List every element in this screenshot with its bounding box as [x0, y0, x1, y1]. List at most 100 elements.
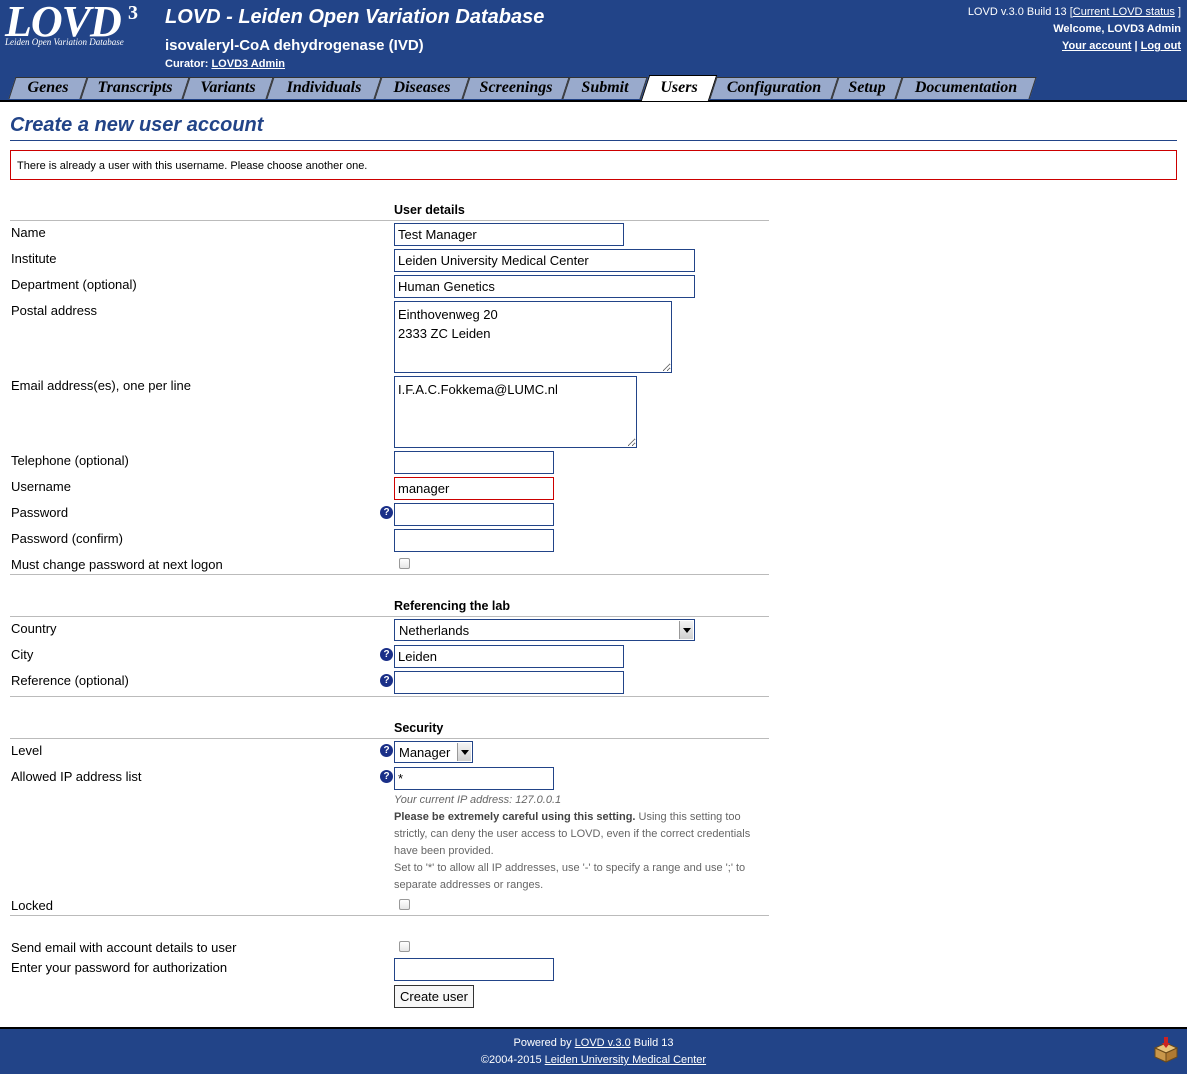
- lovd-logo[interactable]: LOVD 3 Leiden Open Variation Database: [3, 0, 153, 50]
- password-label: Password: [11, 505, 69, 520]
- password-confirm-label: Password (confirm): [11, 531, 123, 546]
- email-textarea[interactable]: I.F.A.C.Fokkema@LUMC.nl: [394, 376, 637, 448]
- account-info: LOVD v.3.0 Build 13 [Current LOVD status…: [968, 4, 1181, 55]
- password-help-icon[interactable]: ?: [380, 506, 393, 519]
- tab-genes[interactable]: Genes: [8, 77, 88, 99]
- allowed-ip-input[interactable]: [394, 767, 554, 790]
- tab-setup-label: Setup: [848, 79, 886, 96]
- reference-input[interactable]: [394, 671, 624, 694]
- tab-screenings[interactable]: Screenings: [462, 77, 570, 99]
- tab-diseases[interactable]: Diseases: [374, 77, 470, 99]
- tab-transcripts-label: Transcripts: [97, 79, 173, 96]
- site-title: LOVD - Leiden Open Variation Database: [165, 6, 545, 28]
- ip-note: Your current IP address: 127.0.0.1 Pleas…: [394, 792, 764, 894]
- section-divider: [10, 574, 769, 575]
- curator-label: Curator:: [165, 58, 209, 70]
- locked-checkbox[interactable]: [399, 899, 410, 910]
- telephone-input[interactable]: [394, 451, 554, 474]
- page-title: Create a new user account: [10, 114, 264, 136]
- password-input[interactable]: [394, 503, 554, 526]
- level-select[interactable]: Manager: [394, 741, 473, 763]
- tab-users[interactable]: Users: [640, 75, 718, 101]
- header: LOVD 3 Leiden Open Variation Database LO…: [0, 0, 1187, 102]
- package-icon[interactable]: [1153, 1037, 1179, 1063]
- must-change-password-checkbox[interactable]: [399, 558, 410, 569]
- department-label: Department (optional): [11, 277, 137, 292]
- city-input[interactable]: [394, 645, 624, 668]
- send-email-label: Send email with account details to user: [11, 940, 237, 955]
- logo-subtitle: Leiden Open Variation Database: [5, 37, 124, 47]
- city-label: City: [11, 647, 34, 662]
- tab-documentation[interactable]: Documentation: [895, 77, 1037, 99]
- email-label: Email address(es), one per line: [11, 378, 191, 393]
- version-close: ]: [1177, 6, 1181, 18]
- current-ip-text: Your current IP address: 127.0.0.1: [394, 794, 562, 806]
- tab-variants[interactable]: Variants: [182, 77, 274, 99]
- lab-heading: Referencing the lab: [394, 599, 510, 613]
- password-confirm-input[interactable]: [394, 529, 554, 552]
- allowed-ip-help-icon[interactable]: ?: [380, 770, 393, 783]
- institute-label: Institute: [11, 251, 57, 266]
- tab-individuals[interactable]: Individuals: [266, 77, 382, 99]
- locked-label: Locked: [11, 898, 53, 913]
- section-divider: [10, 738, 769, 739]
- department-input[interactable]: [394, 275, 695, 298]
- section-divider: [10, 616, 769, 617]
- copyright-line: ©2004-2015 Leiden University Medical Cen…: [0, 1052, 1187, 1069]
- country-selected-value: Netherlands: [399, 623, 470, 638]
- ip-help-text: Set to '*' to allow all IP addresses, us…: [394, 862, 746, 891]
- ip-warning: Please be extremely careful using this s…: [394, 809, 764, 860]
- level-selected-value: Manager: [399, 745, 451, 760]
- username-input[interactable]: [394, 477, 554, 500]
- tab-transcripts[interactable]: Transcripts: [80, 77, 190, 99]
- chevron-down-icon: [679, 621, 693, 639]
- city-help-icon[interactable]: ?: [380, 648, 393, 661]
- section-divider: [10, 220, 769, 221]
- section-divider: [10, 696, 769, 697]
- main-tabs: Genes Transcripts Variants Individuals D…: [0, 75, 1187, 101]
- current-status-link[interactable]: Current LOVD status: [1073, 6, 1175, 18]
- user-details-heading: User details: [394, 203, 465, 217]
- your-account-link[interactable]: Your account: [1062, 40, 1131, 52]
- log-out-link[interactable]: Log out: [1141, 40, 1181, 52]
- postal-address-label: Postal address: [11, 303, 97, 318]
- must-change-password-label: Must change password at next logon: [11, 557, 223, 572]
- postal-address-textarea[interactable]: Einthovenweg 20 2333 ZC Leiden: [394, 301, 672, 373]
- curator-link[interactable]: LOVD3 Admin: [211, 58, 285, 70]
- link-separator: |: [1134, 40, 1138, 52]
- footer: Powered by LOVD v.3.0 Build 13 ©2004-201…: [0, 1027, 1187, 1074]
- username-label: Username: [11, 479, 71, 494]
- institute-input[interactable]: [394, 249, 695, 272]
- lovd-version-link[interactable]: LOVD v.3.0: [575, 1037, 631, 1049]
- name-label: Name: [11, 225, 46, 240]
- error-message: There is already a user with this userna…: [10, 150, 1177, 180]
- title-divider: [10, 140, 1177, 141]
- lumc-link[interactable]: Leiden University Medical Center: [545, 1054, 706, 1066]
- tab-configuration-label: Configuration: [726, 79, 822, 96]
- country-select[interactable]: Netherlands: [394, 619, 695, 641]
- create-user-button[interactable]: Create user: [394, 985, 474, 1008]
- tab-documentation-label: Documentation: [914, 79, 1018, 96]
- tab-diseases-label: Diseases: [393, 79, 451, 96]
- ip-warning-bold: Please be extremely careful using this s…: [394, 811, 636, 823]
- copyright-prefix: ©2004-2015: [480, 1054, 545, 1066]
- allowed-ip-label: Allowed IP address list: [11, 769, 142, 784]
- welcome-text: Welcome, LOVD3 Admin: [1053, 23, 1181, 35]
- powered-suffix: Build 13: [630, 1037, 674, 1049]
- name-input[interactable]: [394, 223, 624, 246]
- tab-configuration[interactable]: Configuration: [709, 77, 839, 99]
- gene-title: isovaleryl-CoA dehydrogenase (IVD): [165, 37, 424, 54]
- powered-prefix: Powered by: [513, 1037, 575, 1049]
- auth-password-label: Enter your password for authorization: [11, 960, 228, 975]
- tab-variants-label: Variants: [200, 79, 256, 96]
- chevron-down-icon: [457, 743, 471, 761]
- reference-help-icon[interactable]: ?: [380, 674, 393, 687]
- account-links: Your account | Log out: [968, 38, 1181, 55]
- level-label: Level: [11, 743, 43, 758]
- section-divider: [10, 915, 769, 916]
- tab-setup[interactable]: Setup: [831, 77, 903, 99]
- level-help-icon[interactable]: ?: [380, 744, 393, 757]
- send-email-checkbox[interactable]: [399, 941, 410, 952]
- auth-password-input[interactable]: [394, 958, 554, 981]
- tab-submit[interactable]: Submit: [562, 77, 648, 99]
